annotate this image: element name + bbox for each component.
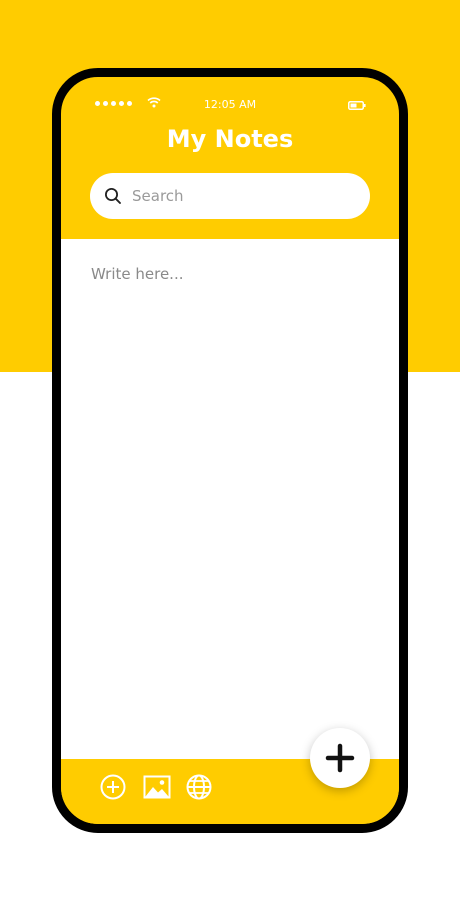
search-bar[interactable]: Search [90, 173, 370, 219]
page-title: My Notes [166, 125, 294, 153]
add-circle-icon[interactable] [99, 773, 127, 801]
phone-frame: 12:05 AM My Notes Search Write here... [52, 68, 408, 833]
note-editor[interactable]: Write here... [61, 239, 399, 759]
note-placeholder: Write here... [91, 265, 184, 283]
image-icon[interactable] [143, 773, 171, 801]
globe-icon[interactable] [185, 773, 213, 801]
plus-icon [325, 743, 355, 773]
add-note-button[interactable] [310, 728, 370, 788]
battery-icon [348, 101, 366, 113]
search-input[interactable]: Search [132, 187, 184, 205]
search-icon [104, 187, 122, 205]
